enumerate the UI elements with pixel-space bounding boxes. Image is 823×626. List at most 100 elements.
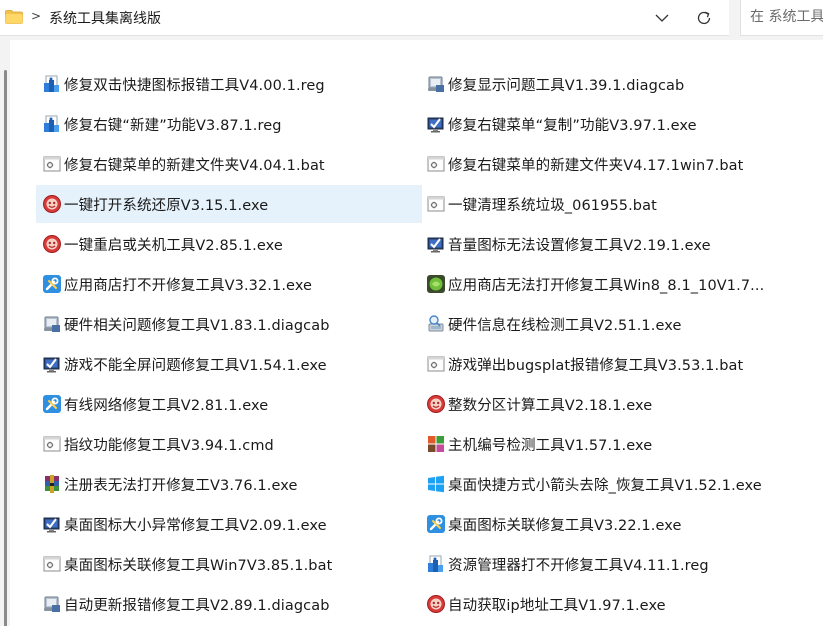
file-name: 修复右键菜单的新建文件夹V4.04.1.bat — [64, 157, 325, 174]
file-name: 游戏不能全屏问题修复工具V1.54.1.exe — [64, 357, 327, 374]
scrollbar-thumb[interactable] — [4, 70, 7, 626]
file-item[interactable]: 一键打开系统还原V3.15.1.exe — [36, 185, 422, 223]
registry-script-icon — [42, 74, 62, 94]
file-item[interactable]: 修复右键菜单“复制”功能V3.97.1.exe — [422, 105, 802, 143]
file-name: 桌面图标关联修复工具Win7V3.85.1.bat — [64, 557, 333, 574]
refresh-icon — [697, 11, 711, 25]
file-item[interactable]: 游戏不能全屏问题修复工具V1.54.1.exe — [36, 345, 422, 383]
breadcrumb-current-folder[interactable]: 系统工具集离线版 — [49, 8, 161, 28]
file-name: 资源管理器打不开修复工具V4.11.1.reg — [448, 557, 709, 574]
file-name: 桌面图标大小异常修复工具V2.09.1.exe — [64, 517, 327, 534]
file-row: 指纹功能修复工具V3.94.1.cmd 主机编号检测工具V1.57.1.exe — [36, 424, 796, 464]
file-name: 修复双击快捷图标报错工具V4.00.1.reg — [64, 77, 325, 94]
file-name: 自动获取ip地址工具V1.97.1.exe — [448, 597, 666, 614]
file-row: 一键重启或关机工具V2.85.1.exe 音量图标无法设置修复工具V2.19.1.… — [36, 224, 796, 264]
file-item[interactable]: 修复右键菜单的新建文件夹V4.17.1win7.bat — [422, 145, 802, 183]
batch-file-icon — [42, 554, 62, 574]
monitor-check-icon — [42, 514, 62, 534]
file-name: 修复右键菜单“复制”功能V3.97.1.exe — [448, 117, 697, 134]
address-bar[interactable]: > 系统工具集离线版 — [0, 0, 729, 36]
file-item[interactable]: 有线网络修复工具V2.81.1.exe — [36, 385, 422, 423]
file-item[interactable]: 指纹功能修复工具V3.94.1.cmd — [36, 425, 422, 463]
address-toolbar: > 系统工具集离线版 — [0, 0, 823, 38]
file-name: 修复显示问题工具V1.39.1.diagcab — [448, 77, 685, 94]
hardware-scan-icon — [426, 314, 446, 334]
batch-file-icon — [426, 194, 446, 214]
monitor-check-icon — [42, 354, 62, 374]
chevron-down-icon — [655, 14, 669, 22]
file-name: 桌面图标关联修复工具V3.22.1.exe — [448, 517, 682, 534]
file-item[interactable]: 桌面快捷方式小箭头去除_恢复工具V1.52.1.exe — [422, 465, 802, 503]
file-grid: 修复双击快捷图标报错工具V4.00.1.reg 修复显示问题工具V1.39.1.d… — [36, 64, 796, 624]
folder-icon — [5, 10, 23, 24]
file-item[interactable]: 修复显示问题工具V1.39.1.diagcab — [422, 65, 802, 103]
refresh-button[interactable] — [690, 4, 718, 32]
diagnostic-package-icon — [426, 74, 446, 94]
file-row: 注册表无法打开修复工V3.76.1.exe 桌面快捷方式小箭头去除_恢复工具V1.… — [36, 464, 796, 504]
monitor-check-icon — [426, 234, 446, 254]
file-item[interactable]: 资源管理器打不开修复工具V4.11.1.reg — [422, 545, 802, 583]
batch-file-icon — [426, 354, 446, 374]
red-badge-icon — [42, 234, 62, 254]
file-name: 应用商店打不开修复工具V3.32.1.exe — [64, 277, 313, 294]
file-item[interactable]: 应用商店无法打开修复工具Win8_8.1_10V1.7... — [422, 265, 802, 303]
file-name: 注册表无法打开修复工V3.76.1.exe — [64, 477, 298, 494]
file-name: 硬件相关问题修复工具V1.83.1.diagcab — [64, 317, 330, 334]
file-item[interactable]: 修复右键菜单的新建文件夹V4.04.1.bat — [36, 145, 422, 183]
file-item[interactable]: 修复右键“新建”功能V3.87.1.reg — [36, 105, 422, 143]
file-item[interactable]: 音量图标无法设置修复工具V2.19.1.exe — [422, 225, 802, 263]
file-name: 一键重启或关机工具V2.85.1.exe — [64, 237, 283, 254]
file-name: 硬件信息在线检测工具V2.51.1.exe — [448, 317, 682, 334]
file-item[interactable]: 硬件相关问题修复工具V1.83.1.diagcab — [36, 305, 422, 343]
green-app-icon — [426, 274, 446, 294]
file-row: 桌面图标关联修复工具Win7V3.85.1.bat 资源管理器打不开修复工具V4.… — [36, 544, 796, 584]
file-item[interactable]: 游戏弹出bugsplat报错修复工具V3.53.1.bat — [422, 345, 802, 383]
batch-file-icon — [42, 434, 62, 454]
monitor-check-icon — [426, 114, 446, 134]
search-input[interactable] — [741, 0, 823, 34]
batch-file-icon — [42, 154, 62, 174]
file-name: 有线网络修复工具V2.81.1.exe — [64, 397, 269, 414]
file-item[interactable]: 主机编号检测工具V1.57.1.exe — [422, 425, 802, 463]
red-badge-icon — [42, 194, 62, 214]
file-row: 硬件相关问题修复工具V1.83.1.diagcab 硬件信息在线检测工具V2.51… — [36, 304, 796, 344]
file-item[interactable]: 桌面图标关联修复工具V3.22.1.exe — [422, 505, 802, 543]
tools-wrench-icon — [426, 514, 446, 534]
file-item[interactable]: 一键清理系统垃圾_061955.bat — [422, 185, 802, 223]
file-name: 音量图标无法设置修复工具V2.19.1.exe — [448, 237, 711, 254]
file-item[interactable]: 注册表无法打开修复工V3.76.1.exe — [36, 465, 422, 503]
file-item[interactable]: 自动获取ip地址工具V1.97.1.exe — [422, 585, 802, 623]
file-item[interactable]: 桌面图标大小异常修复工具V2.09.1.exe — [36, 505, 422, 543]
registry-script-icon — [42, 114, 62, 134]
file-row: 修复双击快捷图标报错工具V4.00.1.reg 修复显示问题工具V1.39.1.d… — [36, 64, 796, 104]
search-box[interactable] — [740, 0, 823, 36]
file-row: 应用商店打不开修复工具V3.32.1.exe 应用商店无法打开修复工具Win8_8… — [36, 264, 796, 304]
file-name: 修复右键菜单的新建文件夹V4.17.1win7.bat — [448, 157, 744, 174]
registry-script-icon — [426, 554, 446, 574]
file-name: 修复右键“新建”功能V3.87.1.reg — [64, 117, 282, 134]
file-item[interactable]: 自动更新报错修复工具V2.89.1.diagcab — [36, 585, 422, 623]
file-item[interactable]: 应用商店打不开修复工具V3.32.1.exe — [36, 265, 422, 303]
file-name: 自动更新报错修复工具V2.89.1.diagcab — [64, 597, 330, 614]
file-name: 游戏弹出bugsplat报错修复工具V3.53.1.bat — [448, 357, 744, 374]
winrar-icon — [42, 474, 62, 494]
file-item[interactable]: 一键重启或关机工具V2.85.1.exe — [36, 225, 422, 263]
diagnostic-package-icon — [42, 314, 62, 334]
red-badge-icon — [426, 594, 446, 614]
file-row: 游戏不能全屏问题修复工具V1.54.1.exe 游戏弹出bugsplat报错修复工… — [36, 344, 796, 384]
address-history-dropdown-button[interactable] — [648, 4, 676, 32]
breadcrumb-chevron-icon[interactable]: > — [31, 9, 41, 23]
file-row: 修复右键菜单的新建文件夹V4.04.1.bat 修复右键菜单的新建文件夹V4.17… — [36, 144, 796, 184]
file-item[interactable]: 整数分区计算工具V2.18.1.exe — [422, 385, 802, 423]
file-row: 自动更新报错修复工具V2.89.1.diagcab 自动获取ip地址工具V1.97… — [36, 584, 796, 624]
file-item[interactable]: 硬件信息在线检测工具V2.51.1.exe — [422, 305, 802, 343]
windows-logo-icon — [426, 474, 446, 494]
tools-wrench-icon — [42, 394, 62, 414]
file-item[interactable]: 桌面图标关联修复工具Win7V3.85.1.bat — [36, 545, 422, 583]
vertical-scrollbar[interactable] — [0, 40, 10, 626]
file-item[interactable]: 修复双击快捷图标报错工具V4.00.1.reg — [36, 65, 422, 103]
file-row: 一键打开系统还原V3.15.1.exe 一键清理系统垃圾_061955.bat — [36, 184, 796, 224]
file-name: 一键清理系统垃圾_061955.bat — [448, 197, 657, 214]
file-name: 桌面快捷方式小箭头去除_恢复工具V1.52.1.exe — [448, 477, 762, 494]
batch-file-icon — [426, 154, 446, 174]
